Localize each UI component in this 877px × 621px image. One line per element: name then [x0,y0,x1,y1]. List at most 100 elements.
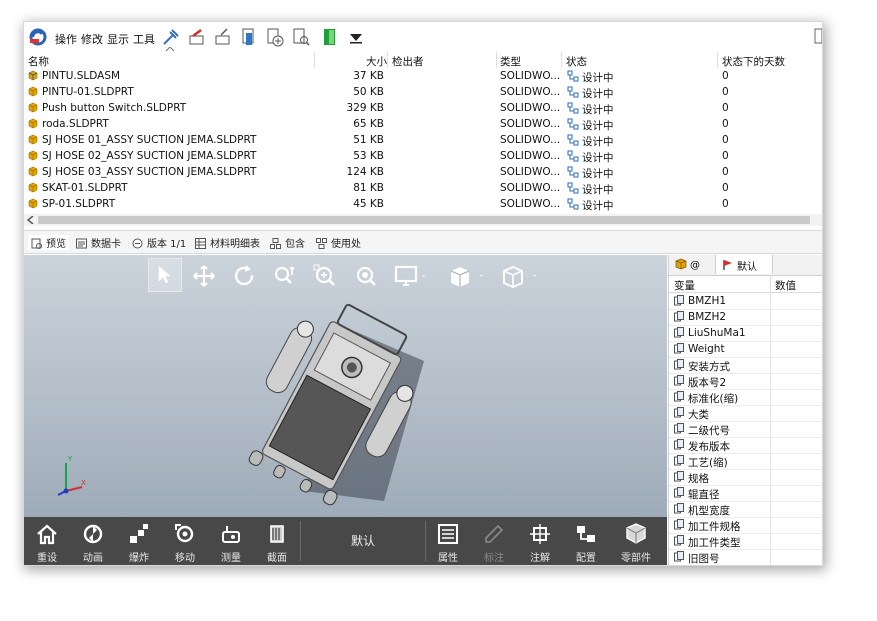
column-value[interactable]: 数值 [775,278,796,293]
column-days-in-state[interactable]: 状态下的天数 [722,54,785,69]
more-dropdown-icon[interactable] [346,27,366,47]
properties-button[interactable]: 属性 [425,517,471,565]
table-row[interactable]: SJ HOSE 01_ASSY SUCTION JEMA.SLDPRT 51 K… [24,132,822,148]
table-row[interactable]: SJ HOSE 03_ASSY SUCTION JEMA.SLDPRT 124 … [24,164,822,180]
column-state[interactable]: 状态 [566,54,587,69]
variable-row[interactable]: 旧图号 [669,549,822,565]
variable-row[interactable]: 工艺(缩) [669,453,822,470]
measure-button[interactable]: 测量 [208,517,254,565]
column-size[interactable]: 大小 [366,54,387,69]
variable-row[interactable]: 规格 [669,469,822,486]
variable-name: 加工件类型 [688,537,741,549]
file-state: 设计中 [582,136,614,148]
file-name: SJ HOSE 03_ASSY SUCTION JEMA.SLDPRT [42,166,257,178]
zoom-pan-icon[interactable] [272,263,298,289]
tab-default[interactable]: 默认 [715,255,773,274]
version-icon [132,238,143,249]
menu-tools[interactable]: 工具 [133,31,155,47]
menu-modify[interactable]: 修改 [81,31,103,47]
components-button[interactable]: 零部件 [613,517,659,565]
column-variable[interactable]: 变量 [674,278,695,293]
search-file-icon[interactable] [291,27,311,47]
variable-row[interactable]: 安装方式 [669,357,822,374]
file-name: roda.SLDPRT [42,118,109,130]
table-row[interactable]: PINTU-01.SLDPRT 50 KB SOLIDWO... 设计中 0 [24,84,822,100]
new-file-icon[interactable] [265,27,285,47]
rotate-icon[interactable] [231,263,257,289]
variable-row[interactable]: 版本号2 [669,373,822,390]
configuration-name[interactable]: 默认 [301,517,425,565]
table-row[interactable]: SP-01.SLDPRT 45 KB SOLIDWO... 设计中 0 [24,196,822,212]
markup-button[interactable]: 标注 [471,517,517,565]
check-in-icon[interactable] [213,27,233,47]
table-row[interactable]: roda.SLDPRT 65 KB SOLIDWO... 设计中 0 [24,116,822,132]
pin-icon[interactable] [161,27,181,47]
animate-icon [83,524,103,544]
annotation-button[interactable]: 注解 [517,517,563,565]
variable-row[interactable]: 机型宽度 [669,501,822,518]
cart-3d-model[interactable] [234,291,434,513]
file-size: 81 KB [353,182,384,194]
part-file-icon [28,86,38,97]
horizontal-scrollbar[interactable] [24,214,822,226]
variables-panel-tabs: @ 默认 [669,255,822,276]
zoom-to-fit-icon[interactable] [312,263,338,289]
app-logo-icon[interactable] [28,27,48,47]
toolbar-overflow-icon[interactable] [814,28,822,46]
reset-button[interactable]: 重设 [24,517,70,565]
workflow-state-icon [567,166,579,178]
3d-preview-viewport[interactable]: Y X [24,255,667,517]
variable-row[interactable]: BMZH2 [669,309,822,326]
table-row[interactable]: SJ HOSE 02_ASSY SUCTION JEMA.SLDPRT 53 K… [24,148,822,164]
variable-row[interactable]: 加工件类型 [669,533,822,550]
tab-contains[interactable]: 包含 [270,235,305,250]
table-row[interactable]: Push button Switch.SLDPRT 329 KB SOLIDWO… [24,100,822,116]
configuration-label: 配置 [576,553,596,564]
menu-display[interactable]: 显示 [107,31,129,47]
column-type[interactable]: 类型 [500,54,521,69]
explode-button[interactable]: 爆炸 [116,517,162,565]
scrollbar-thumb[interactable] [38,216,810,224]
scroll-left-icon[interactable] [27,216,35,224]
display-style-icon[interactable] [394,263,428,289]
check-out-icon[interactable] [187,27,207,47]
menu-operation[interactable]: 操作 [55,31,77,47]
measure-label: 测量 [221,553,241,564]
tab-where-used[interactable]: 使用处 [316,235,361,250]
table-row[interactable]: PINTU.SLDASM 37 KB SOLIDWO... 设计中 0 [24,68,822,84]
view-orientation-icon[interactable] [501,263,541,289]
tab-preview[interactable]: 预览 [28,235,69,250]
tab-bom[interactable]: 材料明细表 [195,235,260,250]
table-row[interactable]: SKAT-01.SLDPRT 81 KB SOLIDWO... 设计中 0 [24,180,822,196]
preview-icon [31,238,42,249]
file-list-header: 名称 大小 检出者 类型 状态 状态下的天数 [24,52,822,68]
column-name[interactable]: 名称 [28,54,49,69]
select-tool[interactable] [148,258,182,292]
get-latest-icon[interactable] [239,27,259,47]
tab-at[interactable]: @ [675,258,700,271]
variable-name: 二级代号 [688,425,730,437]
variable-row[interactable]: Weight [669,341,822,358]
zoom-icon[interactable] [353,263,379,289]
pan-icon[interactable] [191,263,217,289]
section-view-icon[interactable] [448,263,488,289]
variable-row[interactable]: 二级代号 [669,421,822,438]
configuration-button[interactable]: 配置 [563,517,609,565]
column-checked-out-by[interactable]: 检出者 [392,54,424,69]
tab-default-label: 默认 [737,262,757,273]
tab-version[interactable]: 版本 1/1 [132,235,186,250]
variable-row[interactable]: 加工件规格 [669,517,822,534]
variable-row[interactable]: 大类 [669,405,822,422]
cube-gold-icon [675,258,687,270]
animate-button[interactable]: 动画 [70,517,116,565]
variable-row[interactable]: 标准化(缩) [669,389,822,406]
move-button[interactable]: 移动 [162,517,208,565]
file-size: 45 KB [353,198,384,210]
variable-row[interactable]: 辊直径 [669,485,822,502]
variable-row[interactable]: LiuShuMa1 [669,325,822,342]
variable-row[interactable]: BMZH1 [669,293,822,310]
tab-datacard[interactable]: 数据卡 [76,235,121,250]
section-button[interactable]: 截面 [254,517,300,565]
change-state-icon[interactable] [320,27,340,47]
variable-row[interactable]: 发布版本 [669,437,822,454]
